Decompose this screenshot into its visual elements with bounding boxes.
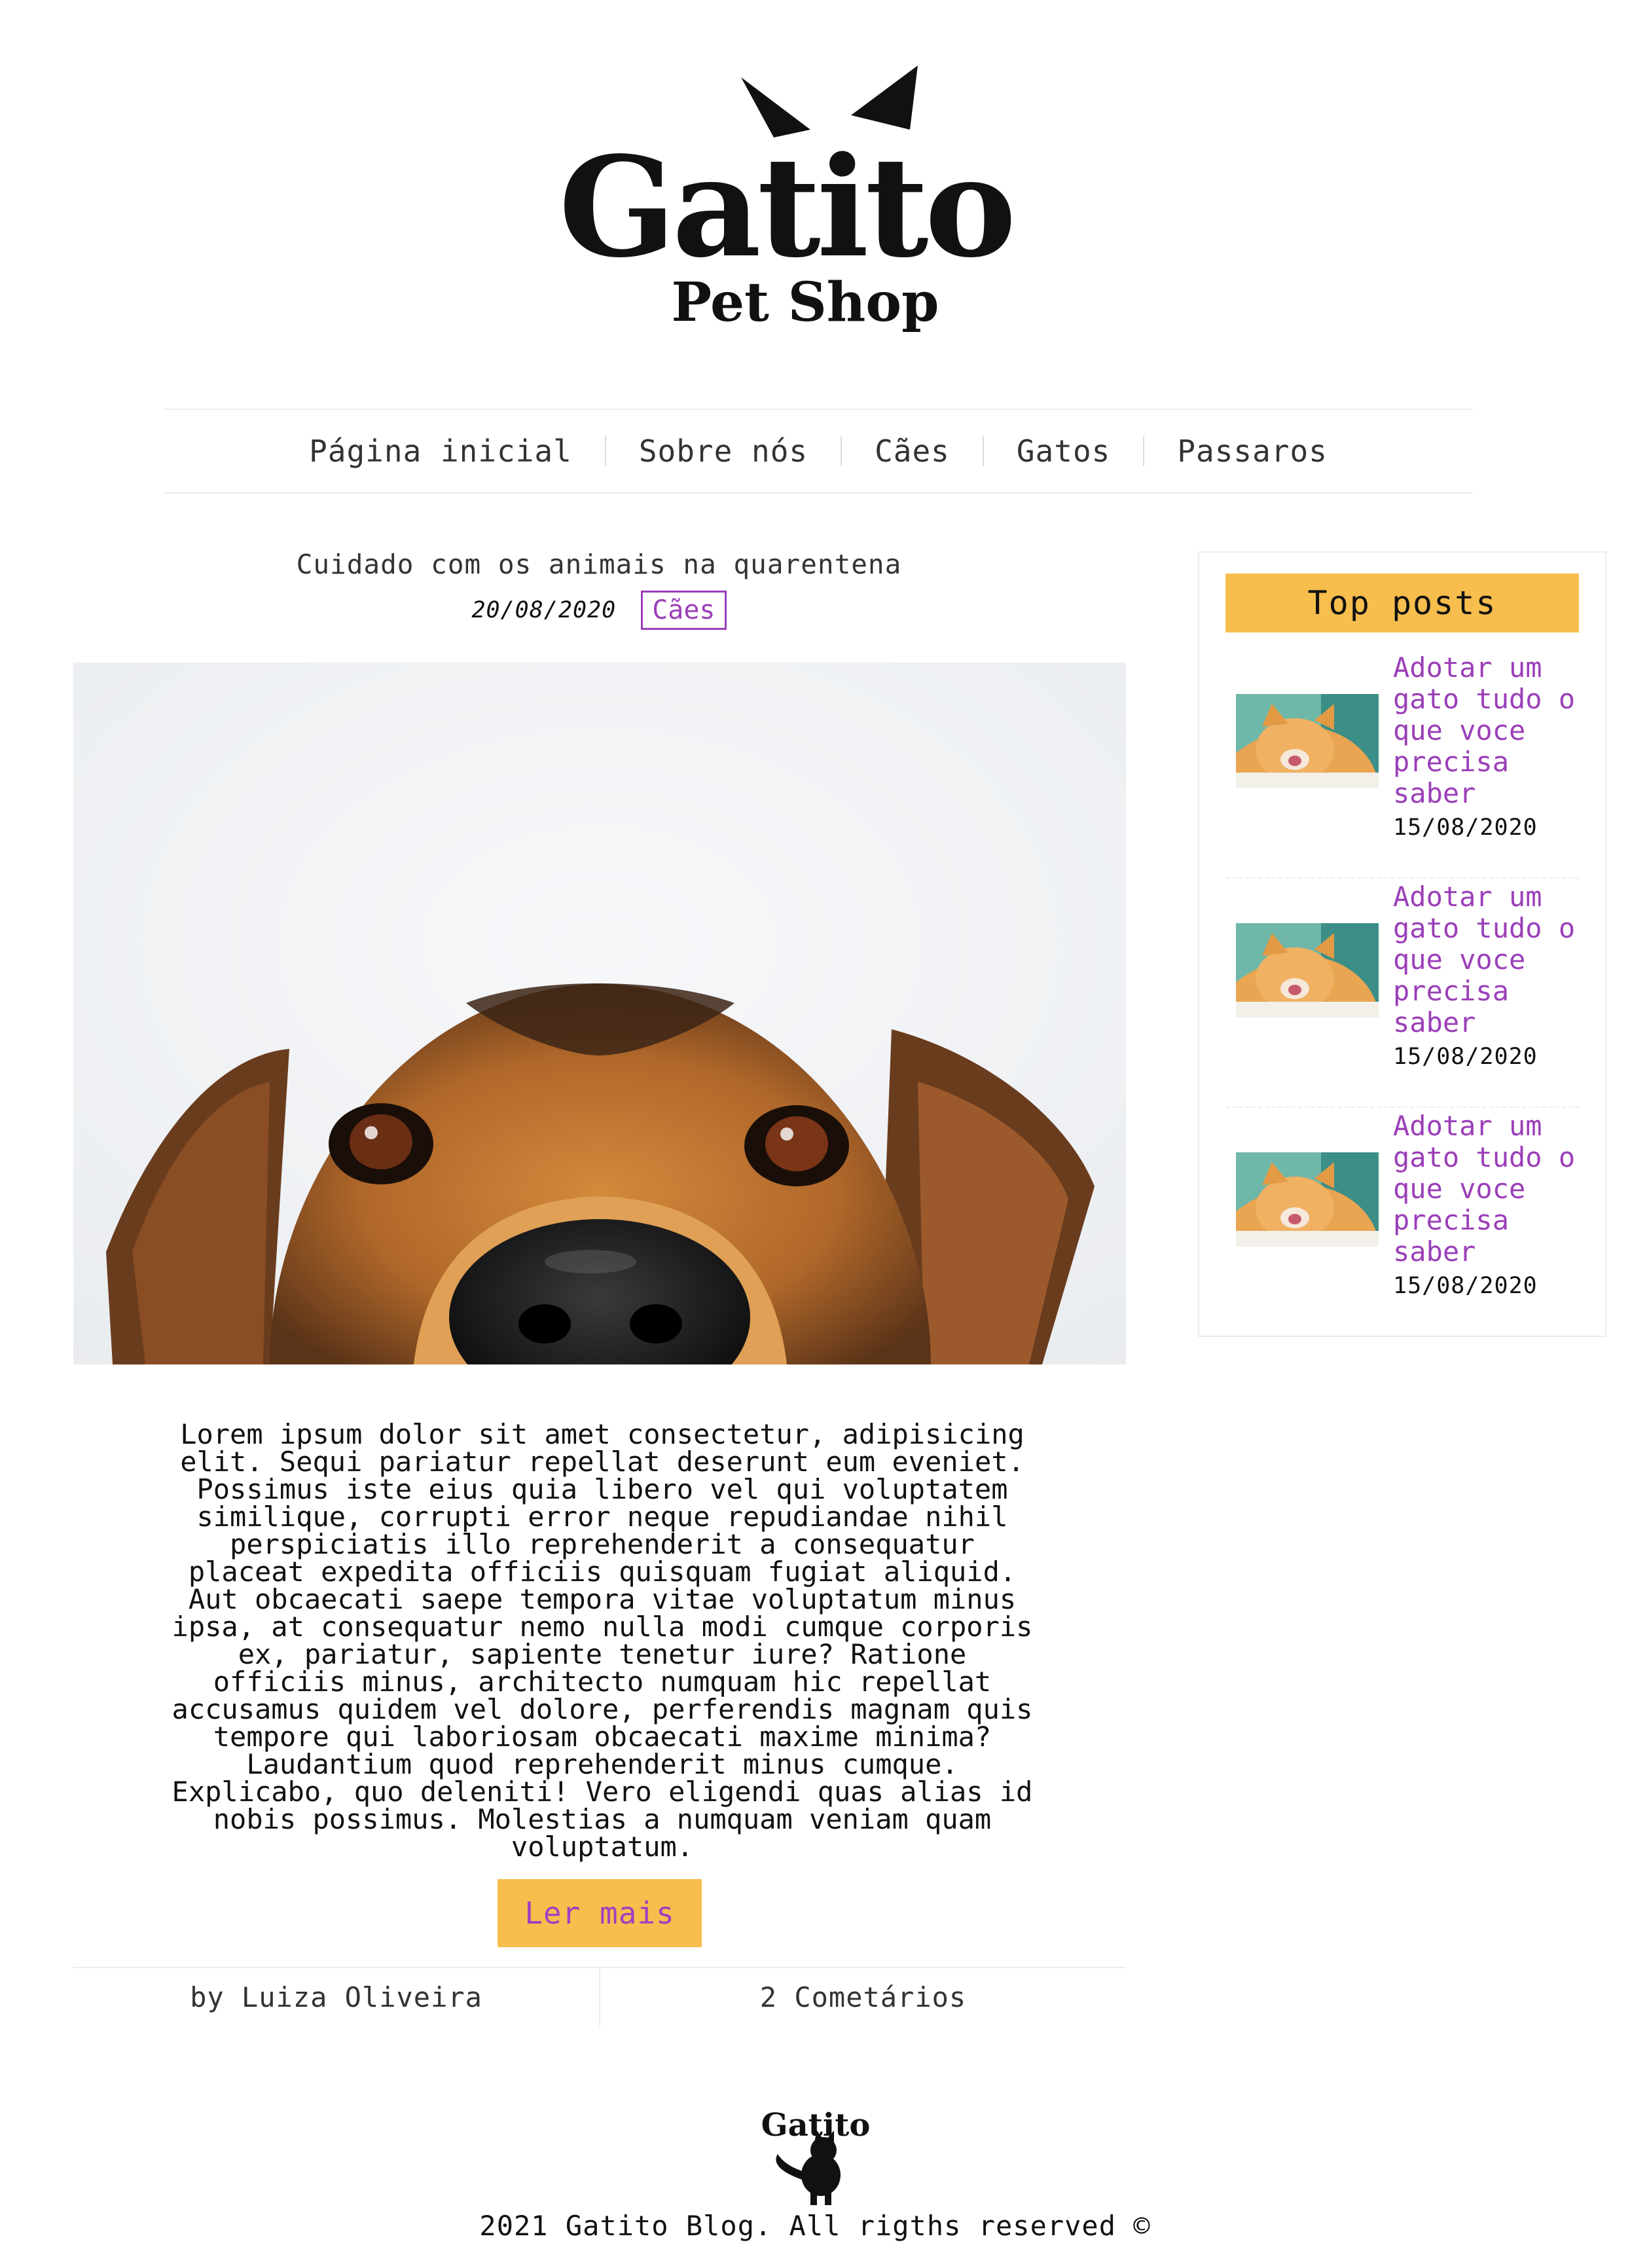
top-post-date: 15/08/2020	[1393, 1273, 1538, 1299]
svg-text:Pet Shop: Pet Shop	[672, 271, 939, 334]
top-post-date: 15/08/2020	[1393, 1044, 1538, 1070]
svg-text:Gatito: Gatito	[558, 126, 1012, 288]
top-post-item[interactable]: Adotar um gato tudo o que voce precisa s…	[1225, 1109, 1579, 1337]
nav-item-home[interactable]: Página inicial	[276, 436, 606, 466]
post-meta: 20/08/2020 Cães	[72, 591, 1126, 630]
nav-item-dogs[interactable]: Cães	[842, 436, 984, 466]
top-post-item[interactable]: Adotar um gato tudo o que voce precisa s…	[1225, 880, 1579, 1108]
top-post-title[interactable]: Adotar um gato tudo o que voce precisa s…	[1393, 652, 1583, 809]
post-footer: by Luiza Oliveira 2 Cometários	[73, 1967, 1126, 2026]
top-post-item[interactable]: Adotar um gato tudo o que voce precisa s…	[1225, 651, 1579, 879]
top-post-date: 15/08/2020	[1393, 814, 1538, 841]
post-excerpt: Lorem ipsum dolor sit amet consectetur, …	[172, 1418, 1033, 1863]
top-post-thumbnail-cat[interactable]	[1236, 694, 1379, 788]
cat-ear-right-icon	[851, 65, 918, 130]
main-nav: Página inicial Sobre nós Cães Gatos Pass…	[164, 409, 1473, 494]
post-comments[interactable]: 2 Cometários	[600, 1968, 1126, 2026]
top-post-thumbnail-cat[interactable]	[1236, 923, 1379, 1017]
top-post-title[interactable]: Adotar um gato tudo o que voce precisa s…	[1393, 881, 1583, 1038]
gatito-logo[interactable]: Gatito Pet Shop	[517, 59, 1054, 334]
nav-item-birds[interactable]: Passaros	[1144, 436, 1360, 466]
post-title[interactable]: Cuidado com os animais na quarentena	[72, 549, 1126, 580]
top-post-thumbnail-cat[interactable]	[1236, 1152, 1379, 1247]
nav-item-cats[interactable]: Gatos	[984, 436, 1145, 466]
nav-item-about[interactable]: Sobre nós	[606, 436, 842, 466]
top-posts-sidebar: Top posts Adotar um gato tudo o que voce…	[1198, 551, 1606, 1337]
post-image-dog	[73, 663, 1126, 1364]
post-category-tag[interactable]: Cães	[641, 591, 727, 630]
post-author[interactable]: by Luiza Oliveira	[73, 1968, 600, 2026]
post-date: 20/08/2020	[471, 597, 617, 623]
top-posts-title: Top posts	[1225, 574, 1579, 632]
footer-logo[interactable]: Gatito	[758, 2102, 873, 2206]
footer-copyright: 2021 Gatito Blog. All rigths reserved ©	[479, 2210, 1151, 2242]
top-post-title[interactable]: Adotar um gato tudo o que voce precisa s…	[1393, 1110, 1583, 1268]
read-more-button[interactable]: Ler mais	[498, 1879, 702, 1947]
